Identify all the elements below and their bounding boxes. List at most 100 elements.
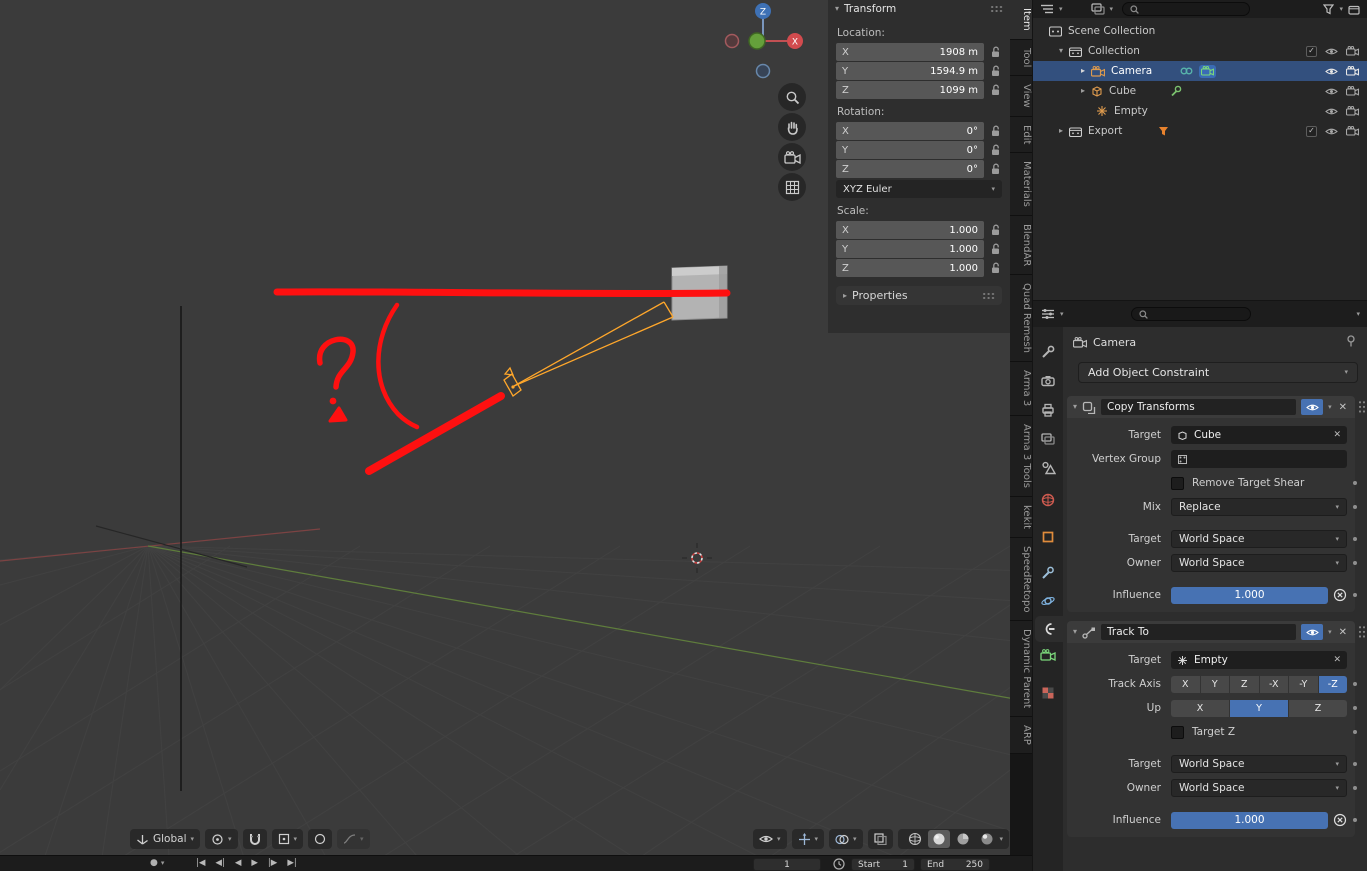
chevron-down-icon[interactable]: ▾: [1059, 5, 1063, 13]
object-data-tab-icon[interactable]: [1040, 649, 1056, 665]
lock-scale-x-icon[interactable]: [990, 224, 1002, 236]
disable-render-camera-icon[interactable]: [1346, 86, 1359, 96]
lock-rotation-x-icon[interactable]: [990, 125, 1002, 137]
transform-orientation-dropdown[interactable]: Global ▾: [130, 829, 201, 849]
mix-dropdown[interactable]: Replace ▾: [1171, 498, 1347, 516]
disable-render-camera-icon[interactable]: [1346, 46, 1359, 56]
gizmo-y-ball[interactable]: [748, 32, 766, 50]
animate-dot[interactable]: [1353, 682, 1357, 686]
tab-arp[interactable]: ARP: [1010, 717, 1032, 755]
up-axis-y[interactable]: Y: [1230, 699, 1288, 717]
tab-materials[interactable]: Materials: [1010, 153, 1032, 217]
properties-search-input[interactable]: [1130, 307, 1251, 321]
hide-eye-icon[interactable]: [1325, 127, 1338, 136]
track-axis-neg-x[interactable]: -X: [1259, 675, 1288, 693]
wireframe-shading-button[interactable]: [904, 830, 926, 848]
properties-subpanel-header[interactable]: ▸ Properties: [836, 286, 1002, 305]
animate-dot[interactable]: [1353, 561, 1357, 565]
gizmo-neg-x-ball[interactable]: [724, 33, 740, 49]
constraint-drag-handle[interactable]: [1358, 625, 1366, 639]
output-tab-icon[interactable]: [1040, 402, 1056, 418]
frame-start-field[interactable]: Start 1: [851, 858, 915, 871]
collapse-triangle-icon[interactable]: ▾: [1059, 47, 1063, 55]
expand-triangle-icon[interactable]: ▸: [1081, 67, 1085, 75]
tab-quad-remesh[interactable]: Quad Remesh: [1010, 275, 1032, 363]
lock-rotation-z-icon[interactable]: [990, 163, 1002, 175]
target-space-dropdown[interactable]: World Space ▾: [1171, 755, 1347, 773]
animate-dot[interactable]: [1353, 786, 1357, 790]
track-axis-neg-y[interactable]: -Y: [1289, 675, 1318, 693]
copy-transforms-header[interactable]: ▾ Copy Transforms ▾ ✕: [1067, 396, 1366, 418]
disable-render-camera-icon[interactable]: [1346, 66, 1359, 76]
location-z-field[interactable]: Z 1099 m: [836, 81, 984, 99]
constraint-enable-toggle[interactable]: [1301, 399, 1324, 415]
outliner-search-input[interactable]: [1122, 2, 1251, 16]
tab-speedretopo[interactable]: SpeedRetopo: [1010, 537, 1032, 622]
auto-keying-toggle[interactable]: ● ▾: [150, 858, 164, 868]
outliner-row-camera[interactable]: ▸ Camera: [1033, 61, 1367, 81]
tab-edit[interactable]: Edit: [1010, 116, 1032, 154]
panel-grip-icon[interactable]: [982, 291, 995, 300]
target-object-field[interactable]: Cube ✕: [1171, 426, 1347, 444]
rotation-z-field[interactable]: Z 0°: [836, 160, 984, 178]
constraint-drag-handle[interactable]: [1358, 400, 1366, 414]
world-tab-icon[interactable]: [1040, 492, 1056, 508]
rendered-shading-button[interactable]: [976, 830, 998, 848]
location-x-field[interactable]: X 1908 m: [836, 43, 984, 61]
proportional-editing-toggle[interactable]: [308, 829, 333, 849]
toggle-perspective-button[interactable]: [778, 173, 806, 201]
chevron-down-icon[interactable]: ▾: [1060, 310, 1064, 318]
jump-to-end-button[interactable]: ▶|: [287, 858, 296, 868]
jump-to-start-button[interactable]: |◀: [196, 858, 205, 868]
track-to-header[interactable]: ▾ Track To ▾ ✕: [1067, 621, 1366, 643]
influence-slider[interactable]: 1.000: [1171, 811, 1328, 829]
filter-funnel-icon[interactable]: [1323, 3, 1335, 15]
rotation-mode-dropdown[interactable]: XYZ Euler ▾: [836, 180, 1002, 198]
up-axis-x[interactable]: X: [1171, 699, 1229, 717]
snap-settings-dropdown[interactable]: ▾: [271, 829, 304, 849]
owner-space-dropdown[interactable]: World Space ▾: [1171, 554, 1347, 572]
pin-icon[interactable]: [1346, 335, 1356, 347]
outliner-row-collection[interactable]: ▾ Collection ✓: [1033, 41, 1367, 61]
track-axis-z[interactable]: Z: [1230, 675, 1259, 693]
clear-animation-icon[interactable]: [1333, 813, 1347, 827]
animate-dot[interactable]: [1353, 818, 1357, 822]
new-collection-icon[interactable]: [1348, 4, 1360, 15]
tab-kekit[interactable]: kekit: [1010, 496, 1032, 538]
lock-location-y-icon[interactable]: [990, 65, 1002, 77]
scene-tab-icon[interactable]: [1040, 460, 1056, 476]
lock-location-z-icon[interactable]: [990, 84, 1002, 96]
outliner-row-export[interactable]: ▸ Export ✓: [1033, 121, 1367, 141]
tab-view[interactable]: View: [1010, 76, 1032, 117]
display-mode-icon[interactable]: [1090, 3, 1105, 15]
hide-eye-icon[interactable]: [1325, 107, 1338, 116]
animate-dot[interactable]: [1353, 505, 1357, 509]
material-shading-button[interactable]: [952, 830, 974, 848]
viewport-nav-gizmo[interactable]: Z X: [720, 0, 810, 85]
constraint-delete-button[interactable]: ✕: [1337, 627, 1349, 638]
pivot-point-dropdown[interactable]: ▾: [205, 829, 238, 849]
lock-location-x-icon[interactable]: [990, 46, 1002, 58]
collapse-chevron-icon[interactable]: ▾: [1073, 628, 1077, 636]
disable-render-camera-icon[interactable]: [1346, 126, 1359, 136]
proportional-falloff-dropdown[interactable]: ▾: [337, 829, 370, 849]
track-axis-neg-z[interactable]: -Z: [1318, 675, 1347, 693]
constraint-enable-toggle[interactable]: [1301, 624, 1324, 640]
prev-keyframe-button[interactable]: ◀|: [215, 858, 224, 868]
tab-arma-3-tools[interactable]: Arma 3 Tools: [1010, 415, 1032, 497]
scale-x-field[interactable]: X 1.000: [836, 221, 984, 239]
rotation-y-field[interactable]: Y 0°: [836, 141, 984, 159]
modifier-tab-icon[interactable]: [1040, 565, 1056, 581]
scale-z-field[interactable]: Z 1.000: [836, 259, 984, 277]
tool-tab-icon[interactable]: [1040, 344, 1056, 360]
object-tab-icon[interactable]: [1040, 529, 1056, 545]
up-axis-z[interactable]: Z: [1289, 699, 1347, 717]
hide-eye-icon[interactable]: [1325, 67, 1338, 76]
collapse-chevron-icon[interactable]: ▾: [1073, 403, 1077, 411]
solid-shading-button[interactable]: [927, 830, 950, 848]
hide-eye-icon[interactable]: [1325, 87, 1338, 96]
outliner-row-cube[interactable]: ▸ Cube: [1033, 81, 1367, 101]
constraint-tab-icon[interactable]: [1040, 621, 1056, 637]
object-visibility-dropdown[interactable]: ▾: [753, 829, 787, 849]
remove-target-shear-checkbox[interactable]: [1171, 476, 1184, 490]
